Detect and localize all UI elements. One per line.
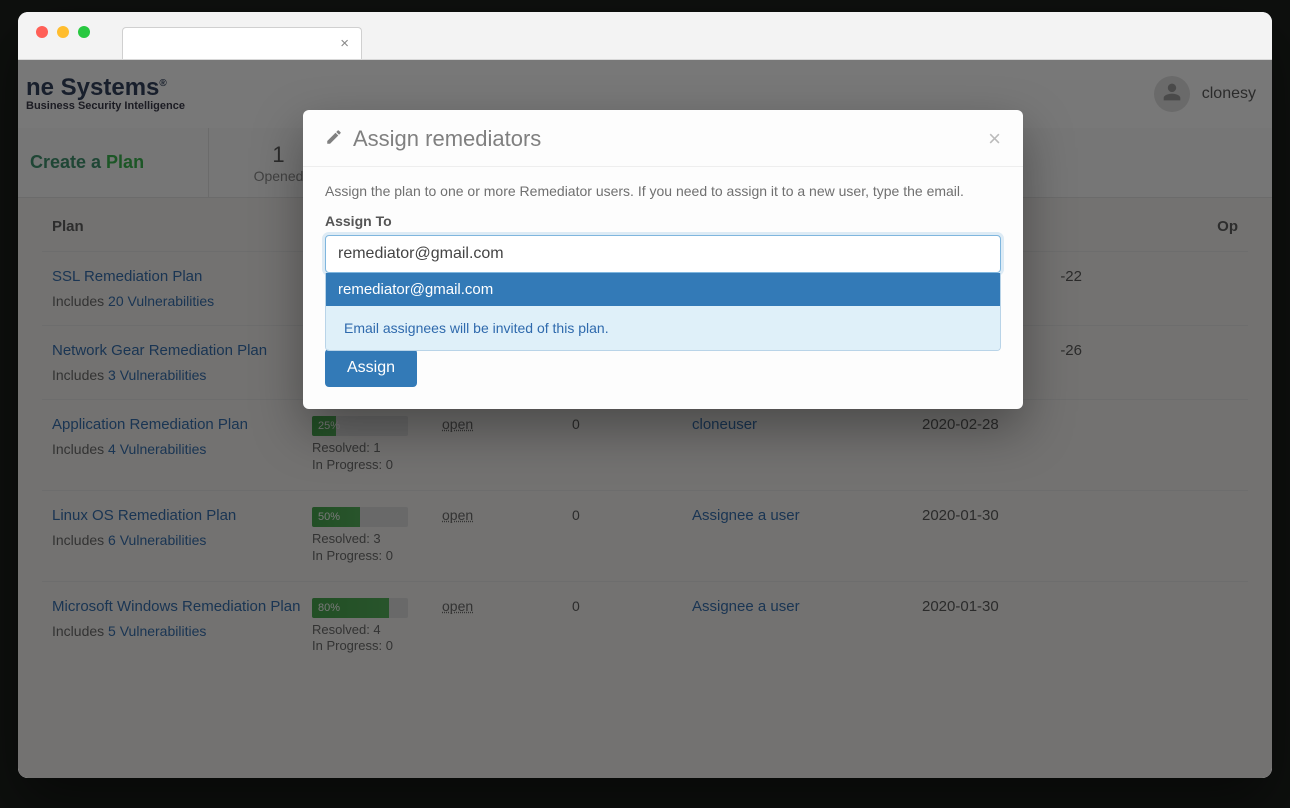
- window-zoom[interactable]: [78, 26, 90, 38]
- autocomplete-option[interactable]: remediator@gmail.com: [326, 273, 1000, 306]
- assign-input[interactable]: [325, 235, 1001, 273]
- autocomplete-dropdown: remediator@gmail.com Email assignees wil…: [325, 273, 1001, 351]
- window-controls: [18, 12, 104, 38]
- browser-chrome: ×: [18, 12, 1272, 60]
- window-minimize[interactable]: [57, 26, 69, 38]
- tab-close-icon[interactable]: ×: [340, 35, 349, 52]
- tab-strip: ×: [122, 12, 362, 59]
- assign-button[interactable]: Assign: [325, 349, 417, 387]
- assign-remediators-modal: Assign remediators × Assign the plan to …: [303, 110, 1023, 409]
- browser-tab[interactable]: ×: [122, 27, 362, 59]
- modal-header: Assign remediators ×: [303, 110, 1023, 167]
- pencil-icon: [325, 126, 343, 152]
- autocomplete-hint: Email assignees will be invited of this …: [326, 306, 1000, 350]
- modal-title: Assign remediators: [353, 126, 541, 152]
- modal-close-button[interactable]: ×: [988, 126, 1001, 152]
- modal-body: Assign the plan to one or more Remediato…: [303, 167, 1023, 409]
- window-close[interactable]: [36, 26, 48, 38]
- modal-description: Assign the plan to one or more Remediato…: [325, 183, 1001, 199]
- assign-to-label: Assign To: [325, 213, 1001, 229]
- browser-window: × ne Systems® Business Security Intellig…: [18, 12, 1272, 778]
